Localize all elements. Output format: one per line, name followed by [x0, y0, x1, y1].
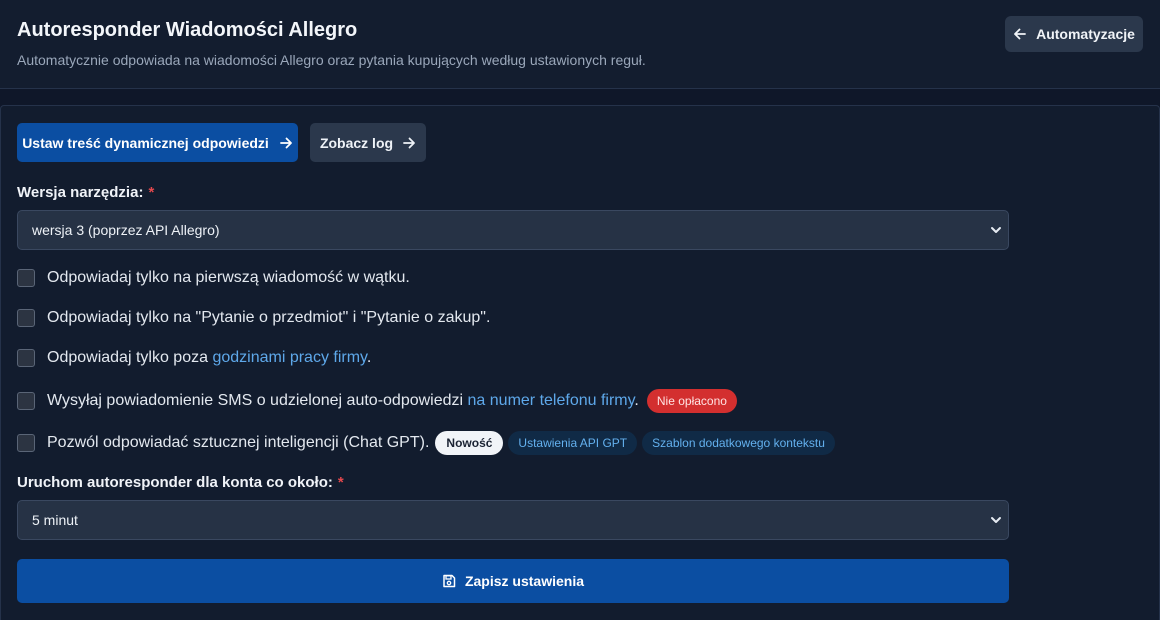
view-log-label: Zobacz log [319, 134, 394, 151]
sms-suffix: . [634, 392, 639, 409]
chat-gpt-checkbox[interactable] [17, 434, 35, 452]
gpt-api-settings-link[interactable]: Ustawienia API GPT [508, 431, 638, 455]
chat-gpt-text: Pozwól odpowiadać sztucznej inteligencji… [47, 434, 430, 451]
arrow-left-icon [1013, 27, 1027, 41]
interval-value: 5 minut [32, 512, 78, 528]
chevron-down-icon [990, 224, 1002, 236]
company-phone-link[interactable]: na numer telefonu firmy [468, 392, 635, 409]
chevron-down-icon [990, 514, 1002, 526]
new-badge: Nowość [435, 431, 504, 455]
page-title: Autoresponder Wiadomości Allegro [17, 19, 358, 41]
arrow-right-icon [402, 136, 416, 150]
outside-hours-text: Odpowiadaj tylko poza godzinami pracy fi… [47, 349, 371, 367]
arrow-right-icon [279, 136, 293, 150]
back-to-automations-button[interactable]: Automatyzacje [1005, 16, 1143, 52]
context-template-link[interactable]: Szablon dodatkowego kontekstu [642, 431, 835, 455]
required-mark: * [148, 184, 155, 201]
option-question-types: Odpowiadaj tylko na "Pytanie o przedmiot… [17, 309, 490, 327]
unpaid-badge: Nie opłacono [646, 389, 737, 413]
sms-notification-checkbox[interactable] [17, 392, 35, 410]
save-settings-button[interactable]: Zapisz ustawienia [17, 559, 1009, 603]
tool-version-label: Wersja narzędzia: * [17, 184, 154, 201]
tool-version-value: wersja 3 (poprzez API Allegro) [32, 222, 220, 238]
option-sms-notification: Wysyłaj powiadomienie SMS o udzielonej a… [17, 389, 737, 413]
page-subtitle: Automatycznie odpowiada na wiadomości Al… [17, 52, 646, 68]
interval-select[interactable]: 5 minut [17, 500, 1009, 540]
outside-hours-checkbox[interactable] [17, 349, 35, 367]
option-chat-gpt: Pozwól odpowiadać sztucznej inteligencji… [17, 431, 835, 455]
dynamic-reply-label: Ustaw treść dynamicznej odpowiedzi [22, 134, 269, 151]
tool-version-select[interactable]: wersja 3 (poprzez API Allegro) [17, 210, 1009, 250]
question-types-text: Odpowiadaj tylko na "Pytanie o przedmiot… [47, 309, 491, 326]
page-header: Autoresponder Wiadomości Allegro Automat… [0, 0, 1160, 89]
business-hours-link[interactable]: godzinami pracy firmy [212, 349, 366, 366]
option-first-message: Odpowiadaj tylko na pierwszą wiadomość w… [17, 269, 410, 287]
save-button-label: Zapisz ustawienia [464, 573, 585, 589]
required-mark: * [337, 474, 344, 491]
outside-hours-prefix: Odpowiadaj tylko poza [47, 349, 213, 366]
floppy-disk-icon [442, 574, 456, 588]
interval-label-text: Uruchom autoresponder dla konta co około… [17, 474, 333, 491]
interval-label: Uruchom autoresponder dla konta co około… [17, 474, 344, 491]
first-message-checkbox[interactable] [17, 269, 35, 287]
tool-version-label-text: Wersja narzędzia: [17, 184, 144, 201]
sms-notification-text: Wysyłaj powiadomienie SMS o udzielonej a… [47, 392, 639, 410]
option-outside-hours: Odpowiadaj tylko poza godzinami pracy fi… [17, 349, 371, 367]
sms-prefix: Wysyłaj powiadomienie SMS o udzielonej a… [47, 392, 468, 409]
back-button-label: Automatyzacje [1036, 26, 1135, 42]
view-log-button[interactable]: Zobacz log [310, 123, 426, 162]
outside-hours-suffix: . [366, 349, 372, 366]
dynamic-reply-button[interactable]: Ustaw treść dynamicznej odpowiedzi [17, 123, 298, 162]
first-message-text: Odpowiadaj tylko na pierwszą wiadomość w… [47, 269, 410, 286]
question-types-checkbox[interactable] [17, 309, 35, 327]
